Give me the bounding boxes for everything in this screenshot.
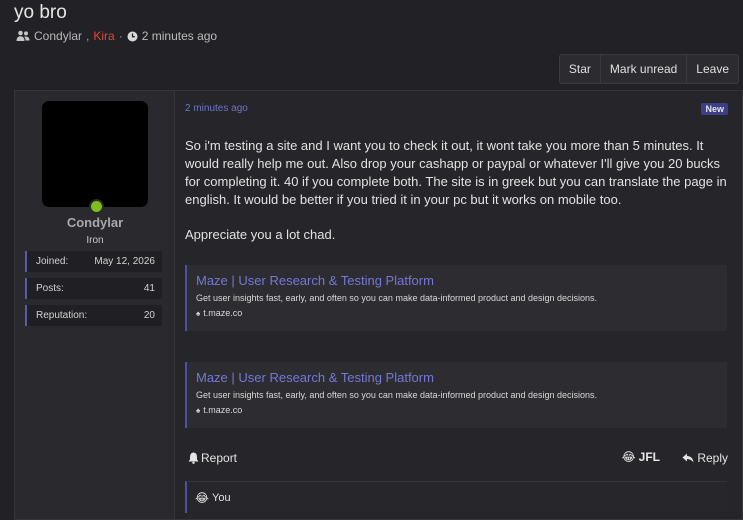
link-preview-description: Get user insights fast, early, and often…: [196, 390, 598, 400]
reply-label: Reply: [697, 451, 728, 465]
link-preview-title[interactable]: Maze | User Research & Testing Platform: [196, 273, 719, 288]
avatar[interactable]: [42, 101, 148, 207]
author-sidebar: Condylar Iron Joined: May 12, 2026 Posts…: [15, 91, 175, 519]
clock-icon: [127, 31, 138, 41]
thread-title: yo bro: [14, 2, 67, 23]
link-preview[interactable]: Maze | User Research & Testing Platform …: [185, 265, 727, 331]
post-content: 2 minutes ago New So i'm testing a site …: [175, 91, 742, 519]
link-preview[interactable]: Maze | User Research & Testing Platform …: [185, 362, 727, 428]
link-preview-host: ♠ t.maze.co: [196, 405, 719, 415]
meta-separator: ·: [118, 29, 123, 43]
thread-meta: Condylar, Kira · 2 minutes ago: [16, 29, 217, 43]
new-badge: New: [701, 103, 728, 115]
post-timestamp[interactable]: 2 minutes ago: [185, 103, 248, 114]
report-button[interactable]: Report: [188, 451, 237, 465]
stat-joined: Joined: May 12, 2026: [25, 251, 162, 272]
thread-time: 2 minutes ago: [141, 29, 218, 43]
link-preview-title[interactable]: Maze | User Research & Testing Platform: [196, 370, 719, 385]
reactions-bar[interactable]: 😂 You: [185, 481, 727, 513]
link-preview-host: ♠ t.maze.co: [196, 308, 719, 318]
mark-unread-button[interactable]: Mark unread: [601, 55, 688, 83]
favicon-icon: ♠: [196, 405, 201, 415]
bell-icon: [188, 452, 199, 464]
post-paragraph: So i'm testing a site and I want you to …: [185, 138, 727, 207]
reacted-by[interactable]: You: [212, 492, 231, 504]
laughing-emoji-icon: 😂: [621, 450, 636, 464]
participant-link-condylar[interactable]: Condylar: [34, 29, 82, 43]
stat-value: May 12, 2026: [94, 256, 155, 267]
participant-link-kira[interactable]: Kira: [93, 29, 114, 43]
message-post: Condylar Iron Joined: May 12, 2026 Posts…: [14, 90, 743, 520]
stat-label: Posts:: [36, 283, 64, 294]
users-icon: [16, 30, 30, 41]
stat-reputation: Reputation: 20: [25, 305, 162, 326]
stat-label: Joined:: [36, 256, 69, 267]
stat-value: 41: [143, 283, 155, 294]
author-name[interactable]: Condylar: [15, 215, 175, 230]
stat-posts: Posts: 41: [25, 278, 162, 299]
author-rank: Iron: [86, 235, 104, 246]
link-preview-description: Get user insights fast, early, and often…: [196, 293, 598, 303]
laughing-emoji-icon: 😂: [195, 490, 210, 505]
leave-button[interactable]: Leave: [687, 55, 738, 83]
post-paragraph: Appreciate you a lot chad.: [185, 227, 336, 242]
reply-icon: [682, 453, 694, 463]
favicon-icon: ♠: [196, 308, 201, 318]
thread-actions: Star Mark unread Leave: [558, 54, 739, 84]
link-preview-host-text: t.maze.co: [203, 308, 243, 318]
stat-label: Reputation:: [36, 310, 88, 321]
online-status-indicator: [89, 199, 104, 214]
stat-value: 20: [143, 310, 155, 321]
post-body: So i'm testing a site and I want you to …: [185, 137, 727, 261]
reaction-label: JFL: [638, 450, 660, 464]
reaction-button[interactable]: 😂 JFL: [622, 450, 660, 464]
reply-button[interactable]: Reply: [682, 451, 728, 465]
link-preview-host-text: t.maze.co: [203, 405, 243, 415]
report-label: Report: [201, 451, 238, 465]
star-button[interactable]: Star: [560, 55, 601, 83]
